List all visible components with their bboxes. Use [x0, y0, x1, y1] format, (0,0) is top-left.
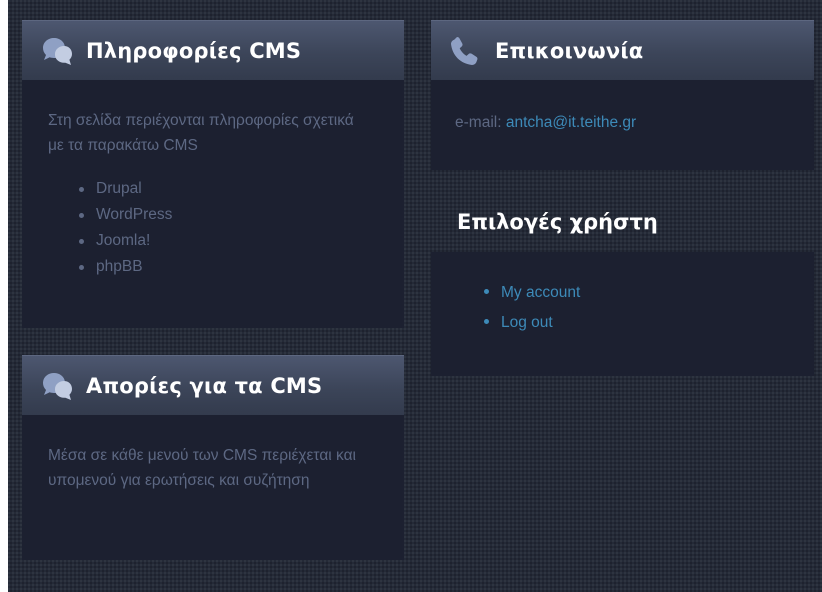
chat-bubbles-icon — [40, 370, 72, 402]
cms-questions-title: Απορίες για τα CMS — [86, 373, 323, 398]
email-link[interactable]: antcha@it.teithe.gr — [506, 114, 636, 131]
cms-info-title: Πληροφορίες CMS — [86, 38, 302, 63]
phone-icon — [449, 35, 481, 67]
cms-info-body: Στη σελίδα περιέχονται πληροφορίες σχετι… — [22, 80, 404, 328]
user-options-body: My account Log out — [431, 252, 814, 376]
log-out-link[interactable]: Log out — [501, 314, 553, 331]
contact-title: Επικοινωνία — [495, 38, 644, 63]
cms-questions-block: Απορίες για τα CMS Μέσα σε κάθε μενού τω… — [22, 355, 404, 560]
chat-bubbles-icon — [40, 35, 72, 67]
cms-info-header: Πληροφορίες CMS — [22, 20, 404, 80]
my-account-link[interactable]: My account — [501, 284, 580, 301]
cms-questions-description: Μέσα σε κάθε μενού των CMS περιέχεται κα… — [48, 447, 357, 489]
list-item: My account — [479, 278, 790, 308]
list-item: Drupal — [74, 176, 378, 202]
user-options-block: My account Log out — [431, 252, 814, 376]
cms-questions-body: Μέσα σε κάθε μενού των CMS περιέχεται κα… — [22, 415, 404, 560]
contact-body: e-mail: antcha@it.teithe.gr — [431, 80, 814, 170]
cms-info-block: Πληροφορίες CMS Στη σελίδα περιέχονται π… — [22, 20, 404, 328]
user-options-list: My account Log out — [479, 278, 790, 338]
user-options-title: Επιλογές χρήστη — [457, 210, 658, 234]
email-label: e-mail: — [455, 114, 502, 131]
cms-list: Drupal WordPress Joomla! phpBB — [74, 176, 378, 280]
cms-questions-header: Απορίες για τα CMS — [22, 355, 404, 415]
list-item: Joomla! — [74, 228, 378, 254]
contact-header: Επικοινωνία — [431, 20, 814, 80]
page-background: Πληροφορίες CMS Στη σελίδα περιέχονται π… — [8, 0, 822, 592]
list-item: Log out — [479, 308, 790, 338]
list-item: WordPress — [74, 202, 378, 228]
contact-block: Επικοινωνία e-mail: antcha@it.teithe.gr — [431, 20, 814, 170]
cms-info-description: Στη σελίδα περιέχονται πληροφορίες σχετι… — [48, 112, 354, 154]
list-item: phpBB — [74, 254, 378, 280]
